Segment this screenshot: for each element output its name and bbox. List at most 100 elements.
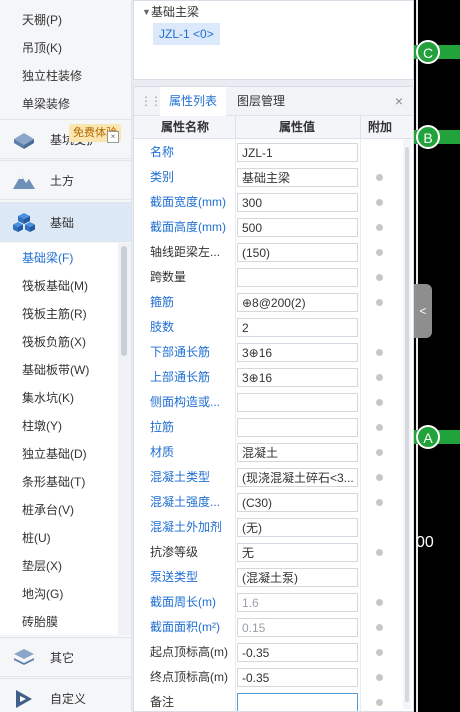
badge-close-icon[interactable]: × <box>107 131 119 143</box>
extra-dot-icon[interactable] <box>376 449 383 456</box>
property-row[interactable]: 终点顶标高(m) -0.35 <box>134 665 402 690</box>
sub-item-cushion[interactable]: 垫层(X) <box>0 552 118 580</box>
property-value-field[interactable]: (C30) <box>237 493 358 512</box>
property-row[interactable]: 抗渗等级 无 <box>134 540 402 565</box>
property-value-field[interactable]: 无 <box>237 543 358 562</box>
extra-dot-icon[interactable] <box>376 199 383 206</box>
extra-dot-icon[interactable] <box>376 674 383 681</box>
property-row[interactable]: 备注 <box>134 690 402 711</box>
property-row[interactable]: 下部通长筋 3⊕16 <box>134 340 402 365</box>
property-value-field[interactable]: 0.15 <box>237 618 358 637</box>
property-value-field[interactable]: ⊕8@200(2) <box>237 293 358 312</box>
category-custom[interactable]: 自定义 <box>0 678 131 712</box>
tree-item-selected[interactable]: JZL-1 <0> <box>153 23 220 45</box>
sub-item-brick-mold[interactable]: 砖胎膜 <box>0 608 118 636</box>
property-row[interactable]: 上部通长筋 3⊕16 <box>134 365 402 390</box>
property-row[interactable]: 侧面构造或... <box>134 390 402 415</box>
close-icon[interactable]: × <box>395 93 403 109</box>
property-value-field[interactable]: -0.35 <box>237 643 358 662</box>
property-value-field[interactable]: 2 <box>237 318 358 337</box>
property-row[interactable]: 拉筋 <box>134 415 402 440</box>
property-value-field[interactable]: 基础主梁 <box>237 168 358 187</box>
property-row[interactable]: 材质 混凝土 <box>134 440 402 465</box>
extra-dot-icon[interactable] <box>376 649 383 656</box>
property-value-field[interactable]: 混凝土 <box>237 443 358 462</box>
property-row[interactable]: 箍筋 ⊕8@200(2) <box>134 290 402 315</box>
sub-item-raft-negative-rebar[interactable]: 筏板负筋(X) <box>0 328 118 356</box>
property-row[interactable]: 混凝土外加剂 (无) <box>134 515 402 540</box>
property-row[interactable]: 截面周长(m) 1.6 <box>134 590 402 615</box>
property-row[interactable]: 起点顶标高(m) -0.35 <box>134 640 402 665</box>
property-row[interactable]: 名称 JZL-1 <box>134 140 402 165</box>
property-row[interactable]: 肢数 2 <box>134 315 402 340</box>
property-value-field[interactable]: JZL-1 <box>237 143 358 162</box>
extra-dot-icon[interactable] <box>376 474 383 481</box>
property-value-field[interactable]: 3⊕16 <box>237 343 358 362</box>
property-row[interactable]: 截面面积(m²) 0.15 <box>134 615 402 640</box>
sub-item-trench[interactable]: 地沟(G) <box>0 580 118 608</box>
category-other[interactable]: 其它 <box>0 637 131 677</box>
property-row[interactable]: 跨数量 <box>134 265 402 290</box>
extra-dot-icon[interactable] <box>376 424 383 431</box>
extra-dot-icon[interactable] <box>376 299 383 306</box>
collapse-arrow-icon[interactable]: ▼ <box>142 7 151 17</box>
sub-item-raft-main-rebar[interactable]: 筏板主筋(R) <box>0 300 118 328</box>
drawing-canvas[interactable]: C B A 00 < <box>414 0 460 712</box>
tab-property-list[interactable]: 属性列表 <box>160 87 227 117</box>
header-divider[interactable] <box>360 116 361 138</box>
property-row[interactable]: 混凝土强度... (C30) <box>134 490 402 515</box>
property-value-field[interactable] <box>237 393 358 412</box>
header-divider[interactable] <box>235 116 236 138</box>
property-row[interactable]: 类别 基础主梁 <box>134 165 402 190</box>
property-value-field[interactable]: -0.35 <box>237 668 358 687</box>
extra-dot-icon[interactable] <box>376 599 383 606</box>
property-value-field[interactable]: (无) <box>237 518 358 537</box>
property-row[interactable]: 混凝土类型 (现浇混凝土碎石<3... <box>134 465 402 490</box>
sub-item-foundation-strip[interactable]: 基础板带(W) <box>0 356 118 384</box>
extra-dot-icon[interactable] <box>376 499 383 506</box>
nav-item-beam-finish[interactable]: 单梁装修 <box>0 90 118 118</box>
extra-dot-icon[interactable] <box>376 399 383 406</box>
extra-dot-icon[interactable] <box>376 274 383 281</box>
sub-item-pile-cap[interactable]: 桩承台(V) <box>0 496 118 524</box>
property-value-field[interactable]: (150) <box>237 243 358 262</box>
extra-dot-icon[interactable] <box>376 624 383 631</box>
nav-item-suspended-ceiling[interactable]: 吊顶(K) <box>0 34 118 62</box>
property-value-field[interactable]: 3⊕16 <box>237 368 358 387</box>
property-row[interactable]: 泵送类型 (混凝土泵) <box>134 565 402 590</box>
extra-dot-icon[interactable] <box>376 699 383 706</box>
axis-marker-b[interactable]: B <box>416 125 440 149</box>
nav-item-ceiling[interactable]: 天棚(P) <box>0 6 118 34</box>
category-earthwork[interactable]: 土方 <box>0 160 131 200</box>
collapse-panel-tab[interactable]: < <box>414 284 432 338</box>
sub-item-sump-pit[interactable]: 集水坑(K) <box>0 384 118 412</box>
property-value-field[interactable] <box>237 268 358 287</box>
sub-item-column-pier[interactable]: 柱墩(Y) <box>0 412 118 440</box>
axis-marker-a[interactable]: A <box>416 425 440 449</box>
property-value-field[interactable]: 300 <box>237 193 358 212</box>
sub-item-raft-foundation[interactable]: 筏板基础(M) <box>0 272 118 300</box>
nav-item-column-finish[interactable]: 独立柱装修 <box>0 62 118 90</box>
property-row[interactable]: 截面高度(mm) 500 <box>134 215 402 240</box>
tree-root-label[interactable]: 基础主梁 <box>151 3 199 20</box>
property-value-field[interactable]: 1.6 <box>237 593 358 612</box>
extra-dot-icon[interactable] <box>376 224 383 231</box>
property-value-field[interactable]: 500 <box>237 218 358 237</box>
sub-item-isolated-foundation[interactable]: 独立基础(D) <box>0 440 118 468</box>
property-value-field[interactable] <box>237 418 358 437</box>
drag-grip-icon[interactable]: ⋮⋮ <box>140 94 162 108</box>
axis-marker-c[interactable]: C <box>416 40 440 64</box>
extra-dot-icon[interactable] <box>376 374 383 381</box>
property-scroll-thumb[interactable] <box>405 147 409 702</box>
property-row[interactable]: 截面宽度(mm) 300 <box>134 190 402 215</box>
property-row[interactable]: 轴线距梁左... (150) <box>134 240 402 265</box>
property-value-field[interactable]: (混凝土泵) <box>237 568 358 587</box>
property-value-field[interactable] <box>237 693 358 711</box>
sub-item-foundation-beam[interactable]: 基础梁(F) <box>0 244 118 272</box>
category-foundation[interactable]: 基础 <box>0 202 131 242</box>
sublist-scroll-thumb[interactable] <box>121 246 127 356</box>
tab-layer-management[interactable]: 图层管理 <box>228 87 294 115</box>
extra-dot-icon[interactable] <box>376 249 383 256</box>
sub-item-strip-foundation[interactable]: 条形基础(T) <box>0 468 118 496</box>
extra-dot-icon[interactable] <box>376 174 383 181</box>
